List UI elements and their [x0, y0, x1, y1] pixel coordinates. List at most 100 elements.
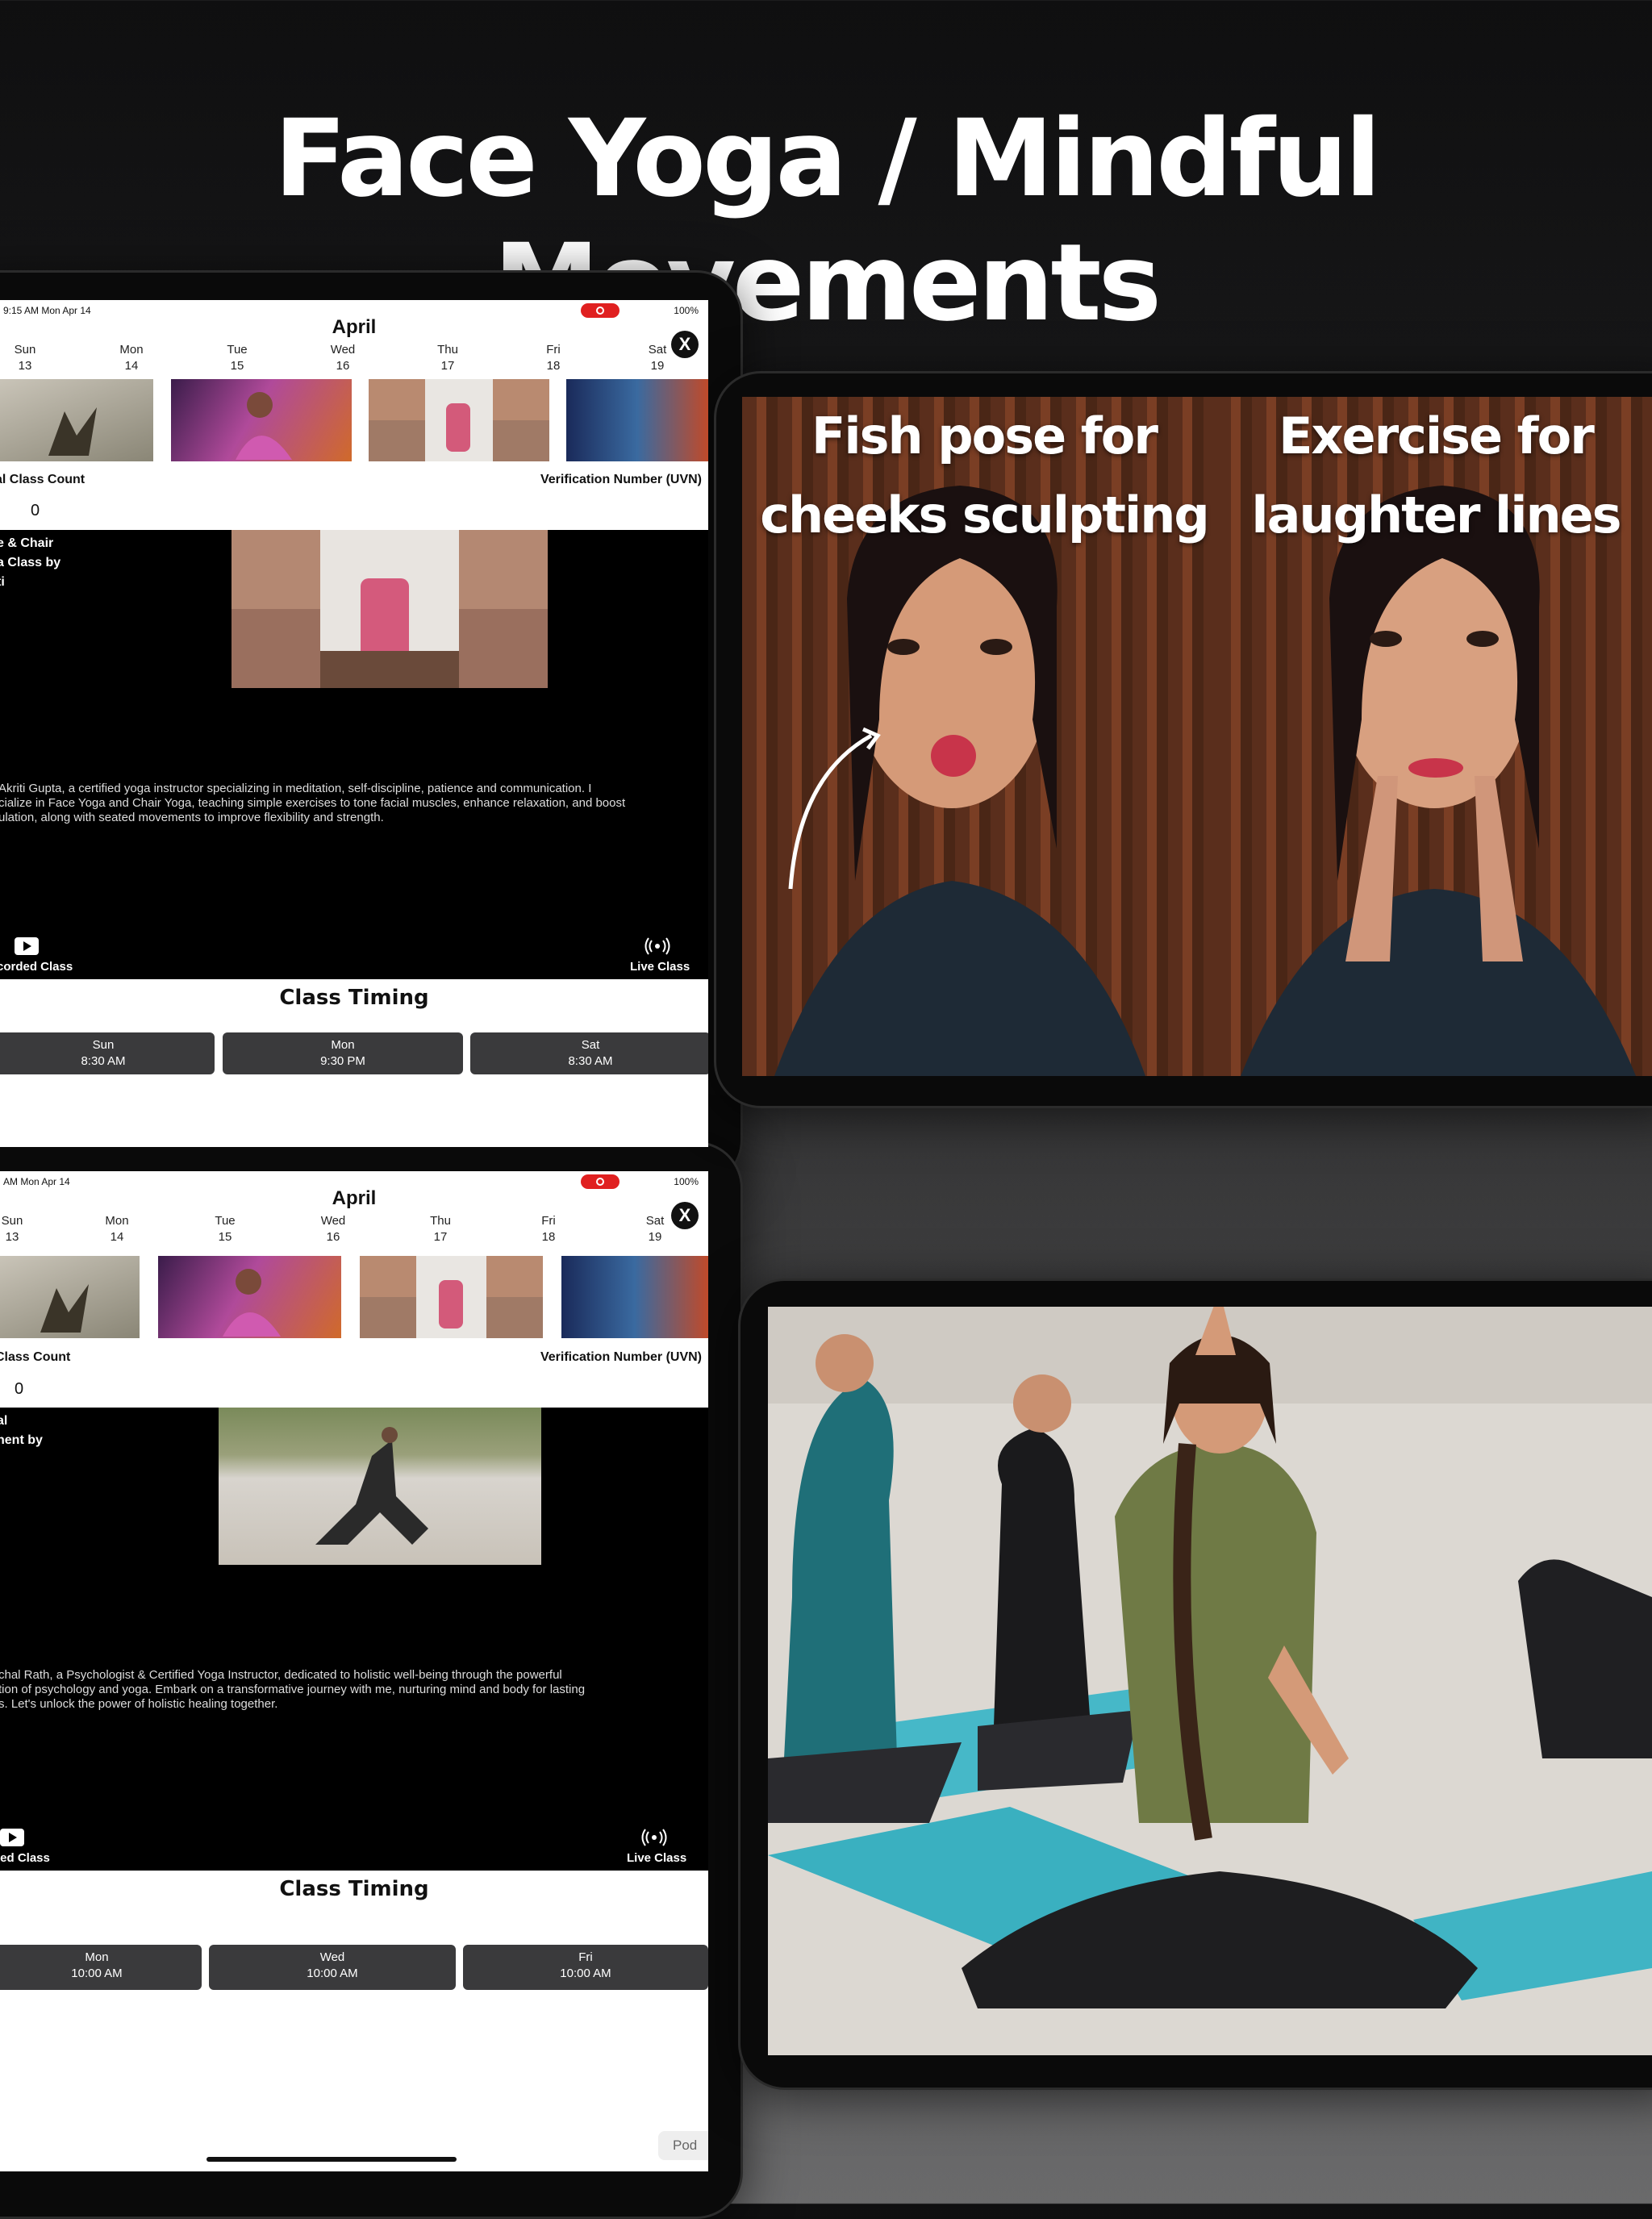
day-name: Tue [227, 343, 248, 357]
instructor-thumb[interactable] [171, 379, 352, 461]
day-number: 17 [433, 1230, 448, 1244]
class-title: e & Chair a Class by ti [0, 536, 61, 589]
instructor-description: Akriti Gupta, a certified yoga instructo… [0, 782, 626, 824]
instructor-thumb[interactable] [360, 1256, 543, 1338]
day-sun[interactable]: Sun 13 [0, 342, 53, 374]
day-name: Sat [645, 1214, 665, 1228]
play-icon[interactable] [15, 937, 39, 959]
timing-slot[interactable]: Sun 8:30 AM [0, 1032, 215, 1074]
instructor-thumb[interactable] [0, 379, 153, 461]
calendar-panel: 9:15 AM Mon Apr 14 100% April X Sun 13 Mo… [0, 300, 708, 530]
timing-slot[interactable]: Wed 10:00 AM [209, 1945, 456, 1990]
day-name: Wed [330, 343, 356, 357]
meditation-photo [768, 1307, 1652, 2055]
day-number: 18 [541, 1230, 556, 1244]
instructor-thumb[interactable] [158, 1256, 341, 1338]
month-title: April [332, 316, 377, 338]
class-count-label: Class Count [0, 1350, 71, 1364]
day-mon[interactable]: Mon 14 [89, 1213, 145, 1245]
timing-slot[interactable]: Sat 8:30 AM [470, 1032, 708, 1074]
day-name: Fri [541, 1214, 556, 1228]
instructor-thumb[interactable] [561, 1256, 708, 1338]
instructor-thumb[interactable] [566, 379, 708, 461]
recorded-class-label[interactable]: led Class [0, 1851, 50, 1865]
timing-slot[interactable]: Mon 10:00 AM [0, 1945, 202, 1990]
day-number: 13 [18, 359, 32, 373]
class-timing-title: Class Timing [279, 986, 429, 1010]
app-screen-2: AM Mon Apr 14 100% April X Sun 13 Mon 14 T… [0, 1171, 708, 2171]
day-wed[interactable]: Wed 16 [305, 1213, 361, 1245]
day-number: 15 [230, 359, 244, 373]
instructor-carousel [0, 379, 708, 463]
day-name: Thu [437, 343, 458, 357]
week-strip: Sun 13 Mon 14 Tue 15 Wed 16 Thu 17 Fri 18 Sat 1… [0, 1213, 708, 1249]
month-title: April [332, 1187, 377, 1209]
day-name: Tue [215, 1214, 236, 1228]
instructor-description: chal Rath, a Psychologist & Certified Yo… [0, 1668, 586, 1711]
day-tue[interactable]: Tue 15 [197, 1213, 253, 1245]
broadcast-icon[interactable] [640, 1829, 668, 1850]
class-timing-title: Class Timing [279, 1877, 429, 1901]
pod-button[interactable]: Pod [658, 2131, 708, 2160]
status-time: 9:15 AM Mon Apr 14 [3, 305, 91, 316]
timing-slot[interactable]: Mon 9:30 PM [223, 1032, 463, 1074]
day-number: 19 [650, 359, 665, 373]
day-sat[interactable]: Sat 19 [627, 1213, 683, 1245]
instructor-thumb[interactable] [369, 379, 549, 461]
day-number: 16 [326, 1230, 340, 1244]
uvn-label: Verification Number (UVN) [540, 1350, 702, 1364]
day-name: Sun [14, 343, 36, 357]
day-number: 16 [336, 359, 350, 373]
day-name: Mon [119, 343, 144, 357]
slot-day: Sat [581, 1038, 600, 1052]
class-count-value: 0 [15, 1380, 24, 1398]
class-timing-panel: Class Timing Sun 8:30 AM Mon 9:30 PM Sat 8:… [0, 979, 708, 1147]
broadcast-icon[interactable] [644, 937, 671, 959]
day-fri[interactable]: Fri 18 [525, 342, 582, 374]
week-strip: Sun 13 Mon 14 Tue 15 Wed 16 Thu 17 Fri 18 Sat 1… [0, 342, 708, 377]
day-thu[interactable]: Thu 17 [419, 342, 476, 374]
status-time: AM Mon Apr 14 [3, 1176, 70, 1187]
day-sun[interactable]: Sun 13 [0, 1213, 40, 1245]
timing-slot[interactable]: Fri 10:00 AM [463, 1945, 708, 1990]
day-wed[interactable]: Wed 16 [315, 342, 371, 374]
recorded-class-label[interactable]: corded Class [0, 960, 73, 974]
class-count-value: 0 [31, 502, 40, 519]
day-tue[interactable]: Tue 15 [209, 342, 265, 374]
live-class-label[interactable]: Live Class [627, 1851, 686, 1865]
day-sat[interactable]: Sat 19 [629, 342, 686, 374]
battery-level: 100% [674, 1176, 699, 1187]
class-collage-image [232, 530, 548, 688]
slot-day: Mon [331, 1038, 355, 1052]
caption-left: Fish pose for cheeks sculpting [760, 407, 1210, 544]
slot-day: Wed [319, 1950, 345, 1964]
day-thu[interactable]: Thu 17 [412, 1213, 469, 1245]
day-fri[interactable]: Fri 18 [520, 1213, 577, 1245]
day-name: Thu [430, 1214, 451, 1228]
slot-time: 10:00 AM [71, 1967, 123, 1980]
slot-day: Fri [578, 1950, 593, 1964]
day-mon[interactable]: Mon 14 [103, 342, 160, 374]
calendar-panel: AM Mon Apr 14 100% April X Sun 13 Mon 14 T… [0, 1171, 708, 1408]
slot-time: 10:00 AM [307, 1967, 358, 1980]
slot-time: 8:30 AM [568, 1054, 613, 1068]
day-number: 14 [124, 359, 139, 373]
live-class-label[interactable]: Live Class [630, 960, 690, 974]
instructor-thumb[interactable] [0, 1256, 140, 1338]
face-yoga-video: Fish pose for cheeks sculpting Exercise … [742, 397, 1652, 1076]
slot-day: Sun [92, 1038, 115, 1052]
day-number: 15 [218, 1230, 232, 1244]
home-indicator[interactable] [206, 2157, 457, 2162]
class-count-label: al Class Count [0, 473, 86, 486]
day-name: Sun [1, 1214, 23, 1228]
day-number: 14 [110, 1230, 124, 1244]
battery-level: 100% [674, 305, 699, 316]
slot-time: 8:30 AM [81, 1054, 126, 1068]
day-number: 19 [648, 1230, 662, 1244]
day-name: Wed [320, 1214, 346, 1228]
play-icon[interactable] [0, 1829, 24, 1850]
uvn-label: Verification Number (UVN) [540, 473, 702, 486]
day-number: 17 [440, 359, 455, 373]
day-number: 13 [5, 1230, 19, 1244]
day-name: Sat [648, 343, 667, 357]
